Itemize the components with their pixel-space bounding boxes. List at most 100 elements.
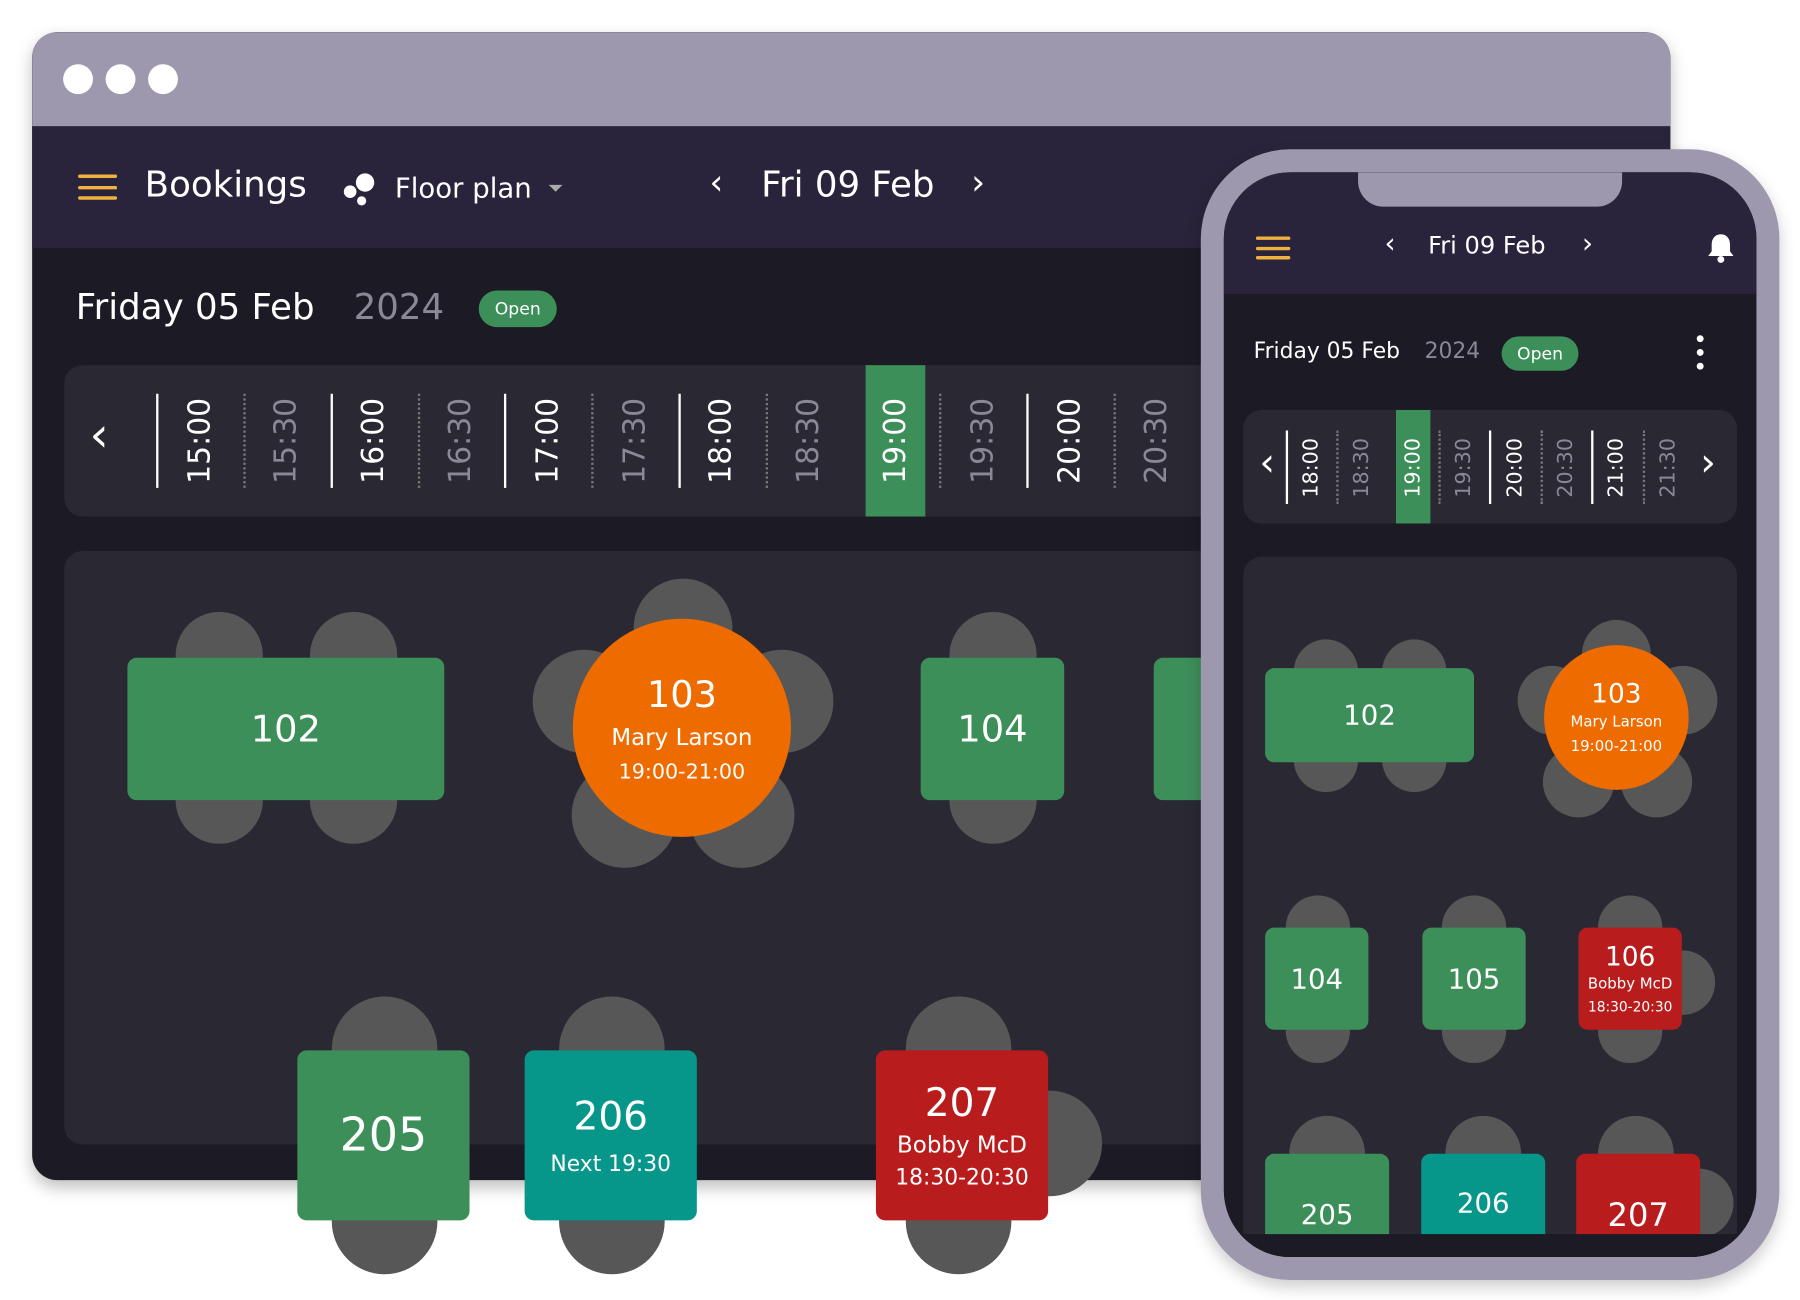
mobile-status-badge: Open <box>1501 336 1579 371</box>
guest-name: Mary Larson <box>611 722 753 751</box>
table-number: 104 <box>1290 962 1344 995</box>
mobile-table-105[interactable]: 105 <box>1422 927 1526 1030</box>
table-number: 102 <box>1343 699 1396 732</box>
notification-bell-icon[interactable] <box>1707 232 1735 264</box>
table-number: 106 <box>1604 942 1656 973</box>
notch <box>1358 172 1623 207</box>
more-options-icon[interactable] <box>1696 335 1704 370</box>
table-number: 105 <box>1447 962 1501 995</box>
timeline-slot-label: 18:30 <box>791 397 827 484</box>
guest-name: Bobby McD <box>897 1130 1027 1159</box>
mobile-device: ‹ Fri 09 Feb › Friday 05 Feb 2024 Open ‹… <box>1200 149 1780 1281</box>
guest-name: Mary Larson <box>1570 714 1663 732</box>
timeline-slot[interactable]: 20:00 <box>1489 431 1540 504</box>
timeline-slot-label: 15:00 <box>182 397 217 484</box>
status-badge: Open <box>478 290 557 328</box>
timeline-slot[interactable]: 16:30 <box>417 394 504 488</box>
view-label: Floor plan <box>394 172 532 205</box>
timeline-slot-label: 21:30 <box>1655 437 1680 498</box>
table-number: 104 <box>957 707 1028 751</box>
table-104[interactable]: 104 <box>920 657 1065 801</box>
table-102[interactable]: 102 <box>127 657 445 801</box>
mobile-bottom-bezel <box>1223 1234 1757 1258</box>
mobile-timeline-prev-icon[interactable]: ‹ <box>1259 440 1275 486</box>
table-number: 206 <box>1456 1187 1510 1220</box>
mobile-header: ‹ Fri 09 Feb › <box>1223 172 1757 294</box>
timeline-slot[interactable]: 18:30 <box>765 394 852 488</box>
timeline-slot[interactable]: 19:00 <box>852 394 939 488</box>
table-number: 207 <box>1607 1195 1669 1234</box>
prev-date-icon[interactable]: ‹ <box>709 163 723 203</box>
floor-plan-icon <box>343 173 375 206</box>
view-selector[interactable]: Floor plan <box>342 170 564 207</box>
timeline-prev-icon[interactable]: ‹ <box>90 406 109 462</box>
timeline-slot-label: 20:00 <box>1052 397 1088 484</box>
timeline-slot[interactable]: 19:30 <box>939 394 1026 488</box>
mobile-table-103[interactable]: 103 Mary Larson 19:00-21:00 <box>1544 645 1689 790</box>
menu-icon[interactable] <box>78 174 118 200</box>
mobile-table-207[interactable]: 207 <box>1576 1153 1701 1246</box>
timeline-slot[interactable]: 15:30 <box>243 394 330 488</box>
table-206[interactable]: 206 Next 19:30 <box>524 1050 697 1221</box>
timeline-slot-label: 18:00 <box>1298 437 1324 498</box>
timeline-slot-label: 19:30 <box>1451 437 1476 498</box>
timeline-slot-label: 17:30 <box>617 397 653 484</box>
timeline-slot[interactable]: 18:30 <box>1336 431 1387 504</box>
app-title: Bookings <box>144 164 307 206</box>
mobile-table-205[interactable]: 205 <box>1265 1153 1390 1246</box>
timeline-slot[interactable]: 18:00 <box>1286 431 1337 504</box>
table-number: 205 <box>339 1108 428 1162</box>
day-year: 2024 <box>353 287 445 329</box>
mobile-table-104[interactable]: 104 <box>1265 927 1369 1030</box>
guest-name: Bobby McD <box>1587 975 1673 994</box>
timeline: ‹ 15:00 15:30 16:00 16:30 17:00 17:30 18:00 18:… <box>64 365 1259 517</box>
mobile-table-102[interactable]: 102 <box>1265 668 1475 763</box>
table-103[interactable]: 103 Mary Larson 19:00-21:00 <box>572 618 791 837</box>
day-title: Friday 05 Feb <box>75 287 315 329</box>
mobile-prev-date-icon[interactable]: ‹ <box>1384 227 1395 259</box>
window-close-dot[interactable] <box>63 64 93 95</box>
next-date-icon[interactable]: › <box>971 163 985 203</box>
timeline-slot-label: 18:30 <box>1349 437 1375 498</box>
timeline-slot-label: 19:30 <box>965 397 1001 484</box>
next-booking: Next 19:30 <box>550 1151 672 1177</box>
table-205[interactable]: 205 <box>297 1050 470 1221</box>
timeline-slot[interactable]: 21:00 <box>1591 431 1642 504</box>
timeline-slot[interactable]: 21:30 <box>1642 431 1693 504</box>
timeline-slot-label: 19:00 <box>878 397 914 484</box>
booking-time: 18:30-20:30 <box>1587 998 1673 1015</box>
table-number: 103 <box>1591 679 1642 710</box>
timeline-slot[interactable]: 18:00 <box>678 394 765 488</box>
timeline-slot-label: 20:00 <box>1502 437 1527 498</box>
mobile-next-date-icon[interactable]: › <box>1582 227 1593 259</box>
window-minimize-dot[interactable] <box>105 64 136 95</box>
timeline-slot[interactable]: 20:30 <box>1540 431 1591 504</box>
table-number: 103 <box>646 672 717 716</box>
timeline-slot[interactable]: 15:00 <box>156 394 243 488</box>
table-number: 207 <box>924 1080 1000 1127</box>
mobile-timeline-next-icon[interactable]: › <box>1700 440 1716 486</box>
timeline-slot[interactable]: 20:00 <box>1026 394 1113 488</box>
timeline-slot-label: 16:00 <box>356 397 391 484</box>
timeline-slot-label: 15:30 <box>269 397 304 484</box>
timeline-slot-label: 19:00 <box>1400 437 1426 498</box>
timeline-slot-label: 16:30 <box>443 397 479 484</box>
timeline-slot[interactable]: 20:30 <box>1113 394 1200 488</box>
caret-down-icon <box>548 184 563 192</box>
table-number: 206 <box>573 1094 648 1140</box>
table-207[interactable]: 207 Bobby McD 18:30-20:30 <box>875 1050 1049 1221</box>
timeline-slot-label: 20:30 <box>1553 437 1578 498</box>
timeline-slot[interactable]: 16:00 <box>330 394 417 488</box>
timeline-slot-label: 20:30 <box>1139 397 1175 484</box>
timeline-slot[interactable]: 19:30 <box>1438 431 1489 504</box>
timeline-slot[interactable]: 17:00 <box>504 394 591 488</box>
timeline-slot[interactable]: 17:30 <box>591 394 678 488</box>
table-number: 205 <box>1300 1198 1354 1231</box>
mobile-menu-icon[interactable] <box>1255 236 1291 260</box>
mobile-table-206[interactable]: 206 <box>1421 1153 1546 1246</box>
booking-time: 19:00-21:00 <box>618 759 746 784</box>
mobile-table-106[interactable]: 106 Bobby McD 18:30-20:30 <box>1578 927 1682 1030</box>
timeline-slot-label: 18:00 <box>704 397 740 484</box>
timeline-slot[interactable]: 19:00 <box>1387 431 1438 504</box>
window-maximize-dot[interactable] <box>148 64 178 95</box>
